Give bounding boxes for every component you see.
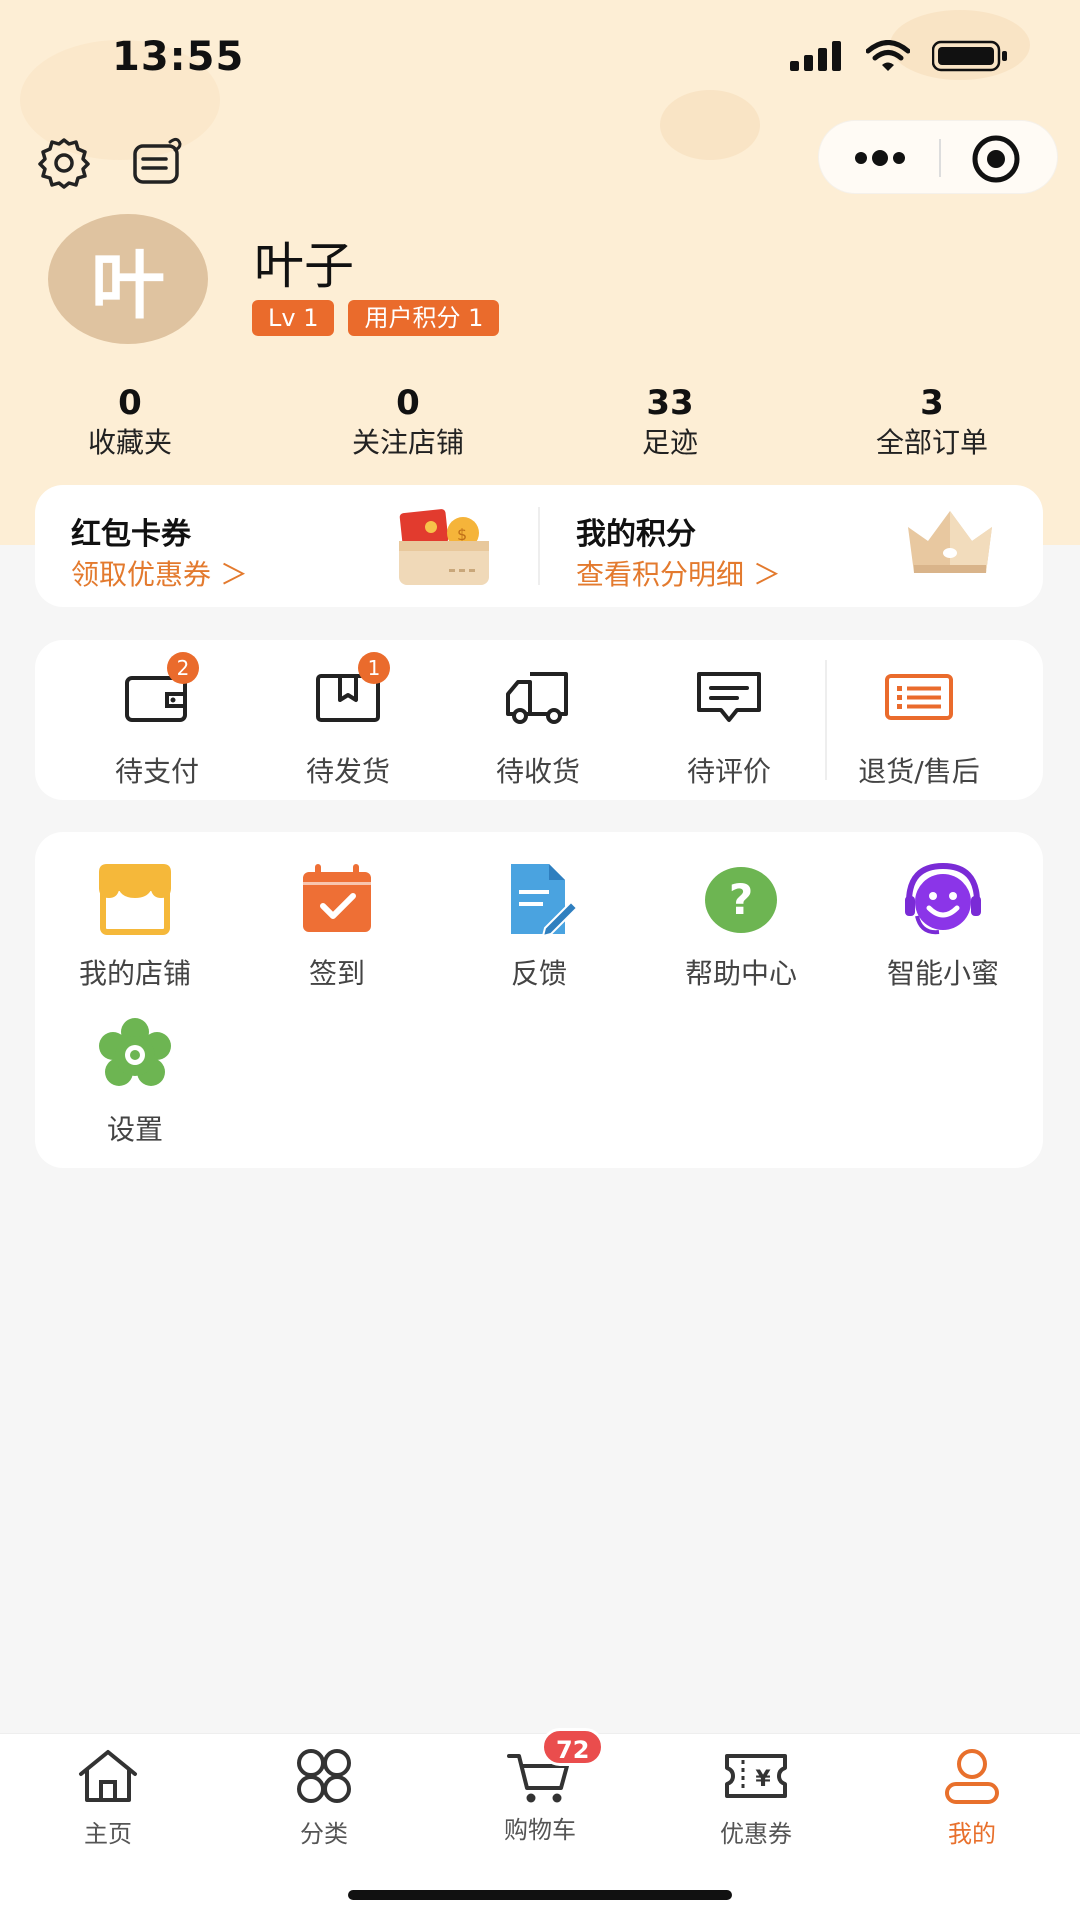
tab-label: 购物车 [504,1816,576,1844]
tool-checkin[interactable]: 签到 [242,862,432,992]
order-pending-review[interactable]: 待评价 [634,664,824,790]
tab-label: 主页 [84,1820,132,1848]
tool-my-store[interactable]: 我的店铺 [40,862,230,992]
stat-followed-shops[interactable]: 0 关注店铺 [298,382,518,462]
promo-card: 红包卡券 领取优惠券 ＞ $ 我的积分 查看积分明细 ＞ [35,485,1043,607]
capsule-divider [939,139,941,177]
tab-label: 分类 [300,1820,348,1848]
tool-help-center[interactable]: ? 帮助中心 [646,862,836,992]
truck-icon [506,672,568,724]
red-envelope-wallet-icon: $ [399,509,489,585]
user-name: 叶子 [254,237,354,295]
order-pending-shipment[interactable]: 1 待发货 [253,652,443,790]
level-badge: Lv 1 [252,300,335,336]
order-label: 待发货 [305,755,390,788]
status-time: 13:55 [112,34,245,80]
points-badge: 用户积分 1 [348,300,500,336]
tool-feedback[interactable]: 反馈 [444,862,634,992]
tool-settings[interactable]: 设置 [40,1018,230,1148]
tool-label: 帮助中心 [684,957,797,990]
tab-profile[interactable]: 我的 [897,1746,1047,1849]
stat-favorites[interactable]: 0 收藏夹 [20,382,240,462]
tab-category[interactable]: 分类 [249,1746,399,1849]
stat-label: 全部订单 [875,426,988,459]
points-title: 我的积分 [576,517,696,552]
settings-flower-icon [99,1018,171,1086]
status-bar: 13:55 [0,0,1080,110]
return-list-icon [885,674,953,720]
tool-label: 设置 [106,1113,163,1146]
coupons-link[interactable]: 领取优惠券 ＞ [71,553,248,593]
smiley-headset-icon [905,862,981,935]
home-indicator [348,1890,732,1900]
points-entry[interactable]: 我的积分 查看积分明细 ＞ [540,485,1043,607]
orders-card: 2 待支付 1 待发货 待收货 待评价 退货/售后 [35,640,1043,800]
system-icons [790,40,1008,72]
stat-footprints[interactable]: 33 足迹 [560,382,780,462]
svg-text:?: ? [729,875,753,924]
top-bar [0,120,1080,200]
signal-icon [790,41,841,71]
feedback-doc-icon [511,864,579,938]
stat-value: 0 [396,383,420,423]
stat-value: 33 [646,383,694,423]
gear-icon[interactable] [36,134,92,190]
order-label: 待收货 [495,755,580,788]
target-icon[interactable] [971,134,1021,184]
avatar[interactable]: 叶 [48,214,208,344]
battery-icon [932,40,1007,72]
tool-label: 签到 [308,957,365,990]
user-badges: Lv 1 用户积分 1 [252,300,500,336]
tool-label: 智能小蜜 [886,957,999,990]
tools-card: 我的店铺 签到 反馈 ? 帮助中心 智能小蜜 设置 [35,832,1043,1168]
store-icon [99,864,171,935]
message-icon[interactable] [130,134,186,190]
tool-label: 反馈 [510,957,567,990]
points-link[interactable]: 查看积分明细 ＞ [576,553,781,593]
tool-smart-assistant[interactable]: 智能小蜜 [848,862,1038,992]
tab-label: 优惠券 [720,1820,792,1848]
miniapp-capsule [818,120,1058,194]
order-label: 待支付 [114,755,199,788]
order-label: 退货/售后 [858,755,980,788]
order-count-badge: 2 [167,652,199,684]
cart-count-badge: 72 [541,1728,605,1766]
tab-label: 我的 [948,1820,996,1848]
user-stats: 0 收藏夹 0 关注店铺 33 足迹 3 全部订单 [0,382,1080,462]
svg-text:¥: ¥ [755,1767,771,1792]
order-returns[interactable]: 退货/售后 [824,664,1014,790]
stat-all-orders[interactable]: 3 全部订单 [822,382,1042,462]
order-pending-receipt[interactable]: 待收货 [443,664,633,790]
tab-cart[interactable]: 72 购物车 [465,1728,615,1845]
wifi-icon [866,40,910,71]
stat-label: 足迹 [641,426,698,459]
profile-icon [945,1749,999,1804]
stat-value: 3 [920,383,944,423]
checkin-calendar-icon [303,864,371,932]
tool-label: 我的店铺 [78,957,191,990]
comment-icon [697,672,761,722]
tab-home[interactable]: 主页 [33,1746,183,1849]
crown-icon [908,511,992,573]
home-icon [79,1750,137,1802]
help-icon: ? [705,867,777,933]
order-label: 待评价 [686,755,771,788]
category-icon [297,1749,351,1803]
tab-coupons[interactable]: ¥ 优惠券 [681,1746,831,1849]
stat-value: 0 [118,383,142,423]
coupons-title: 红包卡券 [71,517,191,552]
stat-label: 收藏夹 [87,426,172,459]
more-dots-icon[interactable] [853,145,907,171]
coupons-entry[interactable]: 红包卡券 领取优惠券 ＞ $ [35,485,538,607]
coupon-icon: ¥ [725,1754,787,1798]
stat-label: 关注店铺 [351,426,464,459]
order-count-badge: 1 [358,652,390,684]
order-pending-payment[interactable]: 2 待支付 [62,652,252,790]
